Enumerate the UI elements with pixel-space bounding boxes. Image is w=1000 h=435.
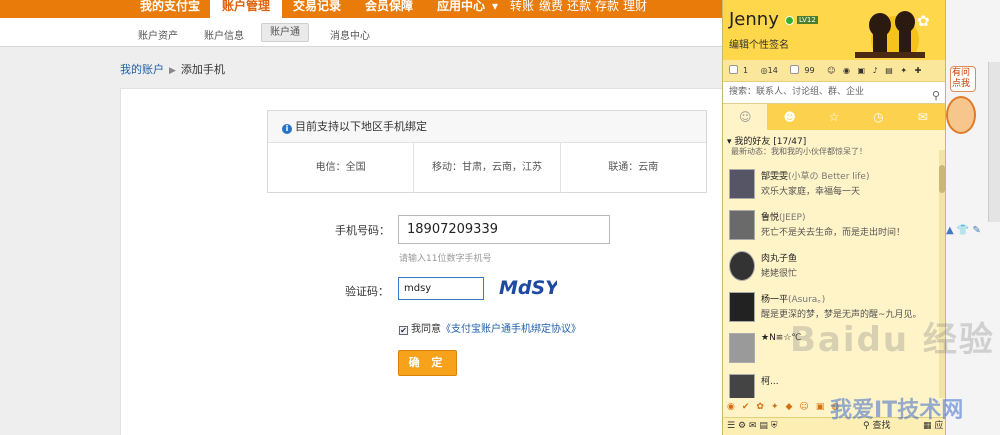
- file-icon[interactable]: ▤: [759, 421, 768, 431]
- chat-icon[interactable]: ◎14: [761, 60, 783, 82]
- app-icon[interactable]: ◆: [786, 402, 793, 412]
- smile-icon[interactable]: ☺: [827, 60, 835, 82]
- wallet-icon[interactable]: ▣: [858, 60, 866, 82]
- quick-payment[interactable]: 缴费: [539, 0, 563, 12]
- tab-recent[interactable]: ◷: [856, 104, 900, 130]
- support-header: i 目前支持以下地区手机绑定: [268, 111, 706, 143]
- nav-my-alipay[interactable]: 我的支付宝: [140, 0, 200, 18]
- chevron-down-icon[interactable]: ▾: [492, 0, 498, 18]
- gear-icon[interactable]: ✿: [917, 12, 930, 30]
- agree-prefix: 我同意: [411, 324, 441, 335]
- qq-search-input[interactable]: 搜索：联系人、讨论组、群、企业 ⚲: [723, 82, 945, 104]
- list-item[interactable]: 郜雯雯(小草の Better life) 欢乐大家庭，幸福每一天: [723, 166, 938, 207]
- star-icon[interactable]: ✦: [900, 60, 907, 82]
- breadcrumb-current: 添加手机: [180, 63, 225, 76]
- music-icon[interactable]: ♪: [873, 60, 878, 82]
- qq-username[interactable]: Jenny: [729, 9, 779, 30]
- agreement-row: ✔ 我同意《支付宝账户通手机绑定协议》: [399, 320, 581, 335]
- confirm-button[interactable]: 确 定: [398, 350, 457, 376]
- list-item[interactable]: 鲁悦(JEEP) 死亡不是关去生命，而是走出时间！: [723, 207, 938, 248]
- help-mascot-icon[interactable]: [946, 96, 976, 134]
- app-icon[interactable]: ◉: [727, 402, 735, 412]
- search-icon[interactable]: ⚲: [932, 85, 940, 106]
- nav-transactions[interactable]: 交易记录: [293, 0, 341, 18]
- quick-transfer[interactable]: 转账: [510, 0, 534, 12]
- app-icon[interactable]: ✦: [771, 402, 779, 412]
- settings-icon[interactable]: ⚙: [738, 421, 746, 431]
- page-scrollbar[interactable]: [988, 62, 1000, 222]
- carrier-unicom: 联通：云南: [608, 162, 659, 173]
- nav-app-center[interactable]: 应用中心: [437, 0, 485, 18]
- avatar: [729, 333, 755, 363]
- avatar: [729, 251, 755, 281]
- tab-contacts[interactable]: ☺: [723, 104, 768, 130]
- subnav-account-assets[interactable]: 账户资产: [138, 27, 178, 42]
- shield-icon[interactable]: ⛨: [771, 421, 778, 431]
- phone-input[interactable]: 18907209339: [398, 215, 610, 244]
- agree-checkbox[interactable]: ✔: [399, 326, 408, 335]
- support-regions-box: i 目前支持以下地区手机绑定 电信：全国 移动：甘肃，云南，江苏 联通：云南: [267, 110, 707, 193]
- tab-groups[interactable]: ☻: [767, 104, 811, 130]
- quick-repay[interactable]: 还款: [567, 0, 591, 12]
- vip-badge: LV12: [797, 16, 818, 24]
- qq-tabs: ☺ ☻ ☆ ◷ ✉: [723, 104, 945, 130]
- shop-icon[interactable]: ▤: [885, 60, 893, 82]
- avatar: [729, 210, 755, 240]
- code-label: 验证码：: [345, 285, 389, 298]
- app-icon[interactable]: ☺: [799, 402, 808, 412]
- subnav-account-link[interactable]: 账户通: [261, 23, 309, 42]
- partial-status: 最新动态：我和我的小伙伴都惊呆了！: [731, 147, 867, 155]
- captcha-text: MdSY: [499, 277, 557, 299]
- quick-deposit[interactable]: 存款: [595, 0, 619, 12]
- side-tool-icons[interactable]: ▲ 👕 ✎: [946, 225, 981, 236]
- support-title: 目前支持以下地区手机绑定: [295, 120, 427, 133]
- tab-favorites[interactable]: ☆: [812, 104, 856, 130]
- quick-finance[interactable]: 理财: [623, 0, 647, 12]
- online-status-icon[interactable]: [785, 16, 794, 25]
- qq-toolbar: 1 ◎14 99 ☺ ◉ ▣ ♪ ▤ ✦ ✚ 1: [723, 60, 945, 97]
- list-item[interactable]: 肉丸子鱼 姥姥很忙: [723, 248, 938, 289]
- tab-messages[interactable]: ✉: [901, 104, 945, 130]
- phone-label: 手机号码：: [335, 224, 390, 237]
- qq-signature[interactable]: 编辑个性签名: [729, 36, 789, 51]
- captcha-input[interactable]: mdsy: [398, 277, 484, 300]
- app-icon[interactable]: ✔: [742, 402, 750, 412]
- qq-banner-image: [855, 11, 925, 58]
- nav-account-manage[interactable]: 账户管理: [210, 0, 283, 18]
- qq-panel: Jenny LV12 编辑个性签名 ✿ 1 ◎14 99 ☺ ◉ ▣ ♪ ▤ ✦…: [722, 0, 946, 435]
- app-icon[interactable]: ▣: [816, 402, 825, 412]
- avatar: [729, 169, 755, 199]
- info-icon: i: [282, 124, 292, 134]
- subnav-message-center[interactable]: 消息中心: [330, 27, 370, 42]
- watermark-site: 我爱IT技术网: [830, 398, 964, 423]
- help-tag[interactable]: 有问点我: [950, 66, 976, 92]
- app-icon[interactable]: ✿: [756, 402, 764, 412]
- message-icon[interactable]: ✉: [749, 421, 757, 431]
- subnav-account-info[interactable]: 账户信息: [204, 27, 244, 42]
- breadcrumb-arrow-icon: ▶: [169, 66, 176, 76]
- breadcrumb: 我的账户 ▶ 添加手机: [120, 61, 225, 77]
- add-icon[interactable]: ✚: [915, 60, 922, 82]
- phone-hint: 请输入11位数字手机号: [399, 254, 492, 264]
- carrier-mobile: 移动：甘肃，云南，江苏: [414, 143, 561, 193]
- mail-icon[interactable]: 99: [790, 60, 819, 82]
- nav-member-protect[interactable]: 会员保障: [365, 0, 413, 18]
- qq-scrollbar[interactable]: [939, 150, 945, 400]
- avatar: [729, 292, 755, 322]
- captcha-image[interactable]: MdSY: [497, 274, 557, 300]
- qq-header: Jenny LV12 编辑个性签名 ✿: [723, 0, 945, 60]
- watermark-baidu: Baidu 经验: [790, 320, 995, 360]
- agreement-link[interactable]: 《支付宝账户通手机绑定协议》: [441, 324, 581, 335]
- game-icon[interactable]: ◉: [843, 60, 850, 82]
- mailbox-icon[interactable]: 1: [729, 60, 753, 82]
- friend-list: 郜雯雯(小草の Better life) 欢乐大家庭，幸福每一天 鲁悦(JEEP…: [723, 166, 938, 412]
- scroll-thumb[interactable]: [939, 165, 945, 193]
- breadcrumb-my-account[interactable]: 我的账户: [120, 63, 164, 76]
- carrier-telecom: 电信：全国: [268, 143, 415, 193]
- menu-icon[interactable]: ☰: [727, 421, 735, 431]
